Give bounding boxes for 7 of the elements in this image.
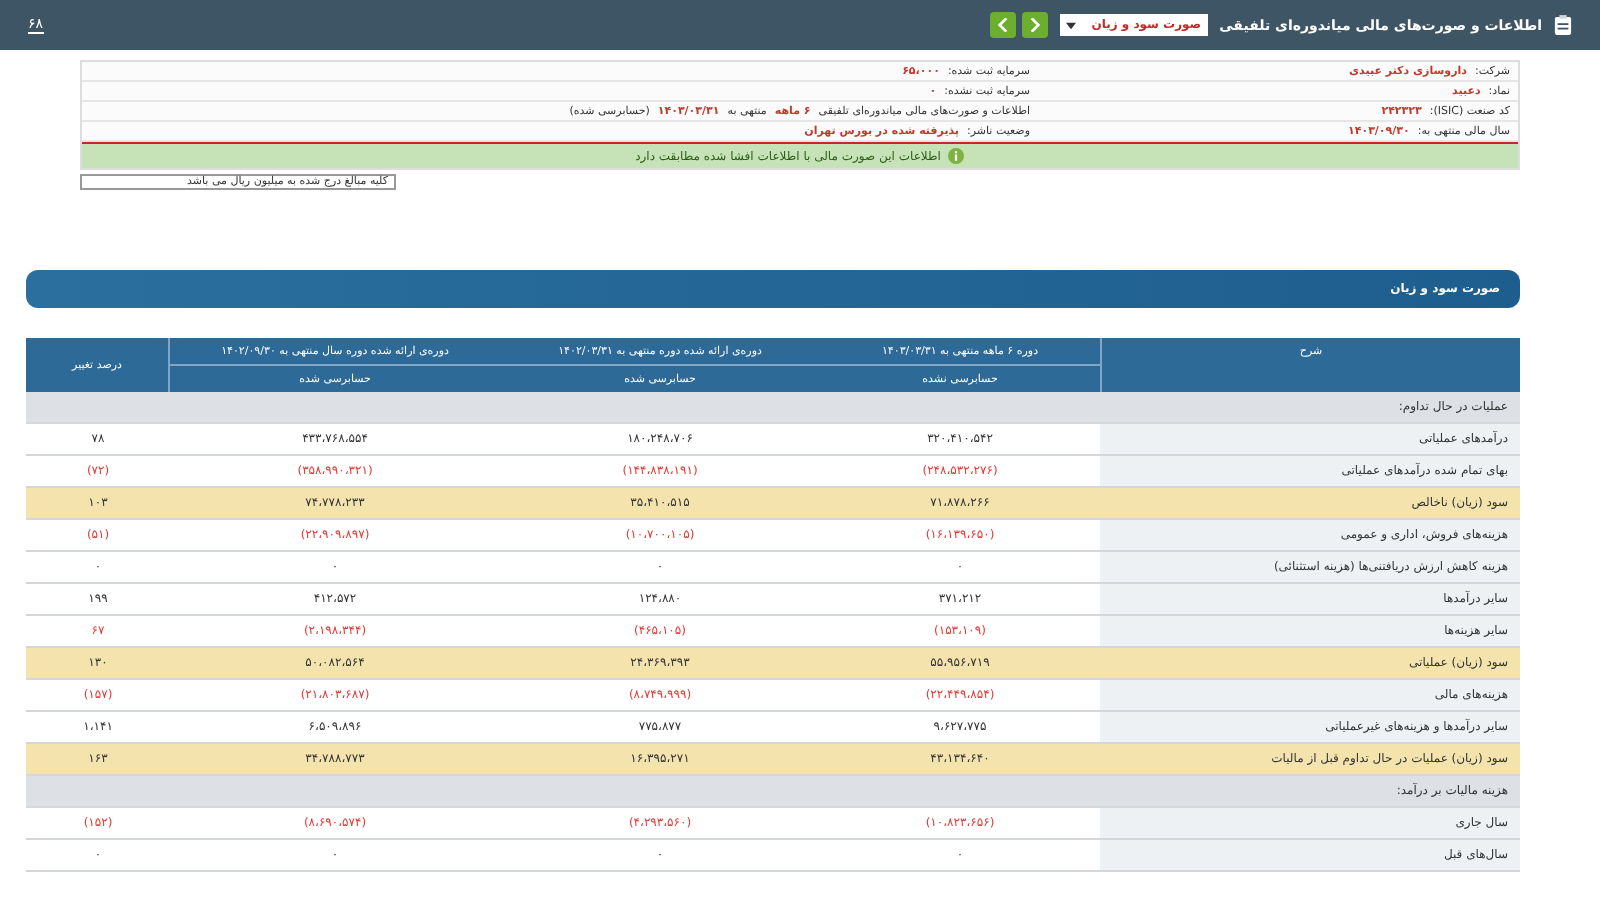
clipboard-icon — [1554, 14, 1572, 36]
info-icon — [948, 148, 965, 164]
caret-icon — [1065, 21, 1076, 29]
chevron-left-icon — [997, 18, 1008, 32]
previous-button[interactable] — [989, 12, 1016, 38]
chevron-right-icon — [1029, 18, 1040, 32]
next-button[interactable] — [1021, 12, 1048, 38]
